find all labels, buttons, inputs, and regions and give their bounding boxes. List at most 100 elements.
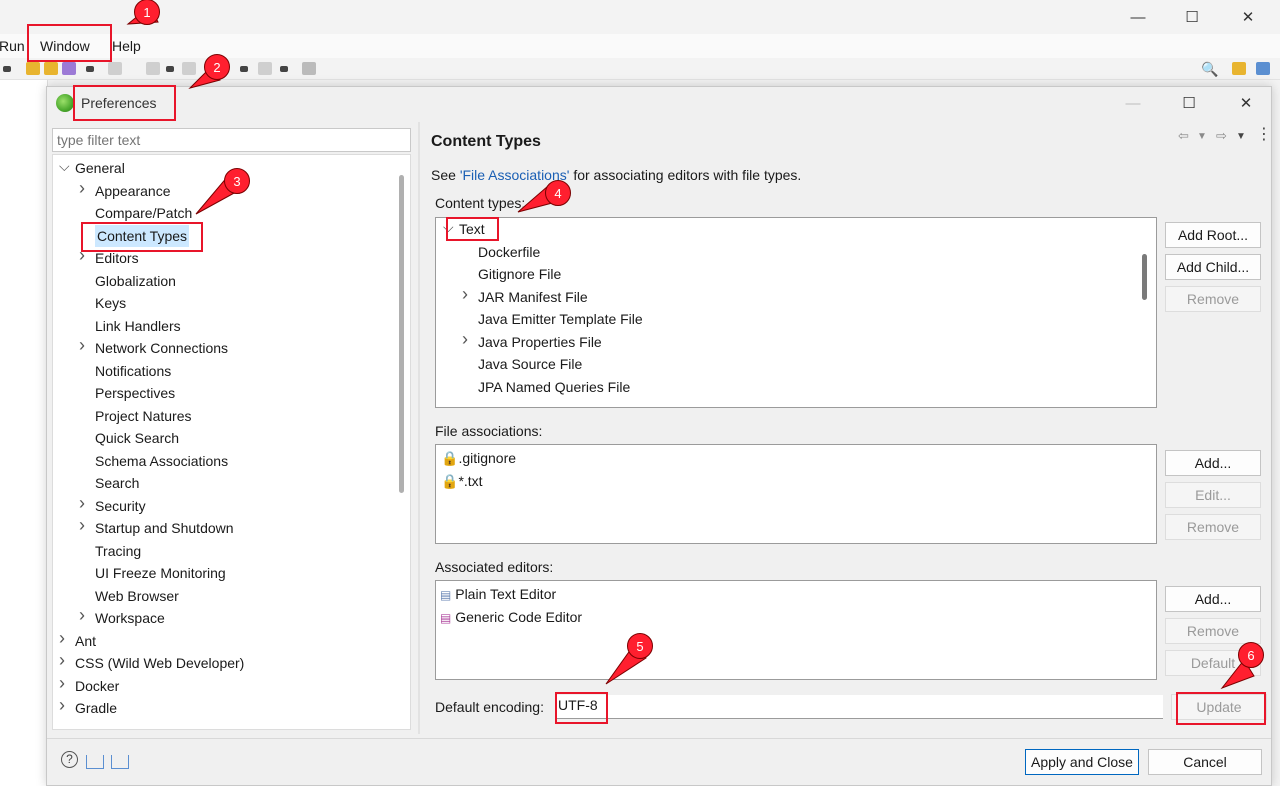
- apply-and-close-button[interactable]: Apply and Close: [1025, 749, 1139, 775]
- forward-arrow-icon[interactable]: ⇨: [1216, 128, 1227, 144]
- default-encoding-input[interactable]: UTF-8: [555, 695, 1163, 719]
- tree-item[interactable]: Security: [95, 495, 146, 517]
- chevron-down-icon[interactable]: ▼: [1236, 131, 1246, 142]
- tree-item[interactable]: Search: [95, 472, 139, 494]
- run-tool-icon[interactable]: [62, 62, 76, 75]
- cancel-button[interactable]: Cancel: [1148, 749, 1262, 775]
- maximize-icon[interactable]: ☐: [1172, 90, 1206, 116]
- tree-item[interactable]: Link Handlers: [95, 315, 181, 337]
- chevron-right-icon[interactable]: ›: [462, 284, 468, 305]
- tree-item[interactable]: Notifications: [95, 360, 171, 382]
- chevron-right-icon[interactable]: ›: [79, 605, 85, 626]
- chevron-right-icon[interactable]: ›: [462, 329, 468, 350]
- back-icon[interactable]: [182, 62, 196, 75]
- help-icon[interactable]: ?: [61, 751, 78, 768]
- java-perspective-icon[interactable]: [1256, 62, 1270, 75]
- tree-item[interactable]: Project Natures: [95, 405, 191, 427]
- tree-scrollbar[interactable]: [399, 175, 404, 493]
- content-type-item[interactable]: Gitignore File: [478, 263, 561, 285]
- close-icon[interactable]: ✕: [1229, 90, 1263, 116]
- content-type-item[interactable]: Java Emitter Template File: [478, 308, 643, 330]
- open-folder-icon[interactable]: [26, 62, 40, 75]
- remove-file-assoc-button[interactable]: Remove: [1165, 514, 1261, 540]
- content-type-item[interactable]: Java Source File: [478, 353, 582, 375]
- tree-item[interactable]: Perspectives: [95, 382, 175, 404]
- chevron-right-icon[interactable]: ›: [79, 335, 85, 356]
- export-icon[interactable]: [111, 755, 129, 769]
- pin-icon[interactable]: [302, 62, 316, 75]
- open-folder-icon[interactable]: [44, 62, 58, 75]
- content-type-item[interactable]: JPA Named Queries File: [478, 376, 630, 398]
- menu-run[interactable]: Run: [0, 38, 25, 54]
- content-type-item[interactable]: Dockerfile: [478, 241, 540, 263]
- content-type-item[interactable]: Java Properties File: [478, 331, 602, 353]
- dropdown-icon[interactable]: [3, 66, 11, 72]
- highlight-update: [1176, 692, 1266, 725]
- chevron-down-icon[interactable]: ▼: [1197, 131, 1207, 142]
- content-types-scrollbar[interactable]: [1142, 254, 1147, 300]
- add-child-button[interactable]: Add Child...: [1165, 254, 1261, 280]
- tree-item[interactable]: Keys: [95, 292, 126, 314]
- list-item[interactable]: 🔒*.txt: [441, 470, 483, 492]
- tree-item[interactable]: CSS (Wild Web Developer): [75, 652, 244, 674]
- menu-more-icon[interactable]: ⋮: [1256, 124, 1272, 144]
- close-icon[interactable]: ✕: [1231, 4, 1265, 30]
- tree-item[interactable]: Schema Associations: [95, 450, 228, 472]
- chevron-right-icon[interactable]: ›: [79, 178, 85, 199]
- tree-item[interactable]: Globalization: [95, 270, 176, 292]
- tree-item[interactable]: Gradle: [75, 697, 117, 719]
- minimize-icon[interactable]: —: [1116, 90, 1150, 116]
- tree-item[interactable]: Docker: [75, 675, 119, 697]
- chevron-right-icon[interactable]: ›: [59, 673, 65, 694]
- tree-item[interactable]: Startup and Shutdown: [95, 517, 234, 539]
- remove-editor-button[interactable]: Remove: [1165, 618, 1261, 644]
- forward-icon[interactable]: [258, 62, 272, 75]
- tree-item[interactable]: Compare/Patch: [95, 202, 192, 224]
- tree-item[interactable]: Web Browser: [95, 585, 179, 607]
- tree-item-label: Globalization: [95, 272, 176, 289]
- toolbar-icon[interactable]: [146, 62, 160, 75]
- chevron-right-icon[interactable]: ›: [59, 650, 65, 671]
- back-arrow-icon[interactable]: ⇦: [1178, 128, 1189, 144]
- list-item[interactable]: ▤ Generic Code Editor: [440, 606, 582, 628]
- chevron-right-icon[interactable]: ›: [59, 628, 65, 649]
- tree-item[interactable]: Quick Search: [95, 427, 179, 449]
- annotation-badge: 5: [627, 633, 653, 659]
- dropdown-icon[interactable]: [86, 66, 94, 72]
- tree-item[interactable]: Appearance: [95, 180, 171, 202]
- tree-item-label: Perspectives: [95, 385, 176, 401]
- chevron-down-icon[interactable]: ⌵: [59, 158, 70, 175]
- toolbar-icon[interactable]: [108, 62, 122, 75]
- tree-item[interactable]: Workspace: [95, 607, 165, 629]
- tree-item[interactable]: Network Connections: [95, 337, 228, 359]
- filter-input[interactable]: [52, 128, 411, 152]
- tree-item[interactable]: Tracing: [95, 540, 141, 562]
- list-item[interactable]: 🔒.gitignore: [441, 447, 516, 469]
- remove-content-type-button[interactable]: Remove: [1165, 286, 1261, 312]
- chevron-right-icon[interactable]: ›: [79, 515, 85, 536]
- maximize-icon[interactable]: ☐: [1175, 4, 1209, 30]
- panel-divider[interactable]: [418, 122, 420, 734]
- chevron-right-icon[interactable]: ›: [79, 493, 85, 514]
- tree-item[interactable]: Ant: [75, 630, 96, 652]
- dropdown-icon[interactable]: [240, 66, 248, 72]
- add-file-assoc-button[interactable]: Add...: [1165, 450, 1261, 476]
- highlight-content-types: [81, 222, 203, 252]
- search-icon[interactable]: 🔍: [1201, 61, 1218, 78]
- add-root-button[interactable]: Add Root...: [1165, 222, 1261, 248]
- add-editor-button[interactable]: Add...: [1165, 586, 1261, 612]
- import-icon[interactable]: [86, 755, 104, 769]
- tree-item-label: Startup and Shutdown: [95, 520, 234, 536]
- tree-item[interactable]: UI Freeze Monitoring: [95, 562, 226, 584]
- menu-help[interactable]: Help: [112, 38, 141, 54]
- edit-file-assoc-button[interactable]: Edit...: [1165, 482, 1261, 508]
- minimize-icon[interactable]: —: [1121, 4, 1155, 30]
- content-type-item[interactable]: JAR Manifest File: [478, 286, 588, 308]
- perspective-icon[interactable]: [1232, 62, 1246, 75]
- chevron-right-icon[interactable]: ›: [59, 695, 65, 716]
- list-item[interactable]: ▤ Plain Text Editor: [440, 583, 556, 605]
- annotation-badge: 1: [134, 0, 160, 25]
- dropdown-icon[interactable]: [280, 66, 288, 72]
- tree-item[interactable]: General: [75, 157, 125, 179]
- dropdown-icon[interactable]: [166, 66, 174, 72]
